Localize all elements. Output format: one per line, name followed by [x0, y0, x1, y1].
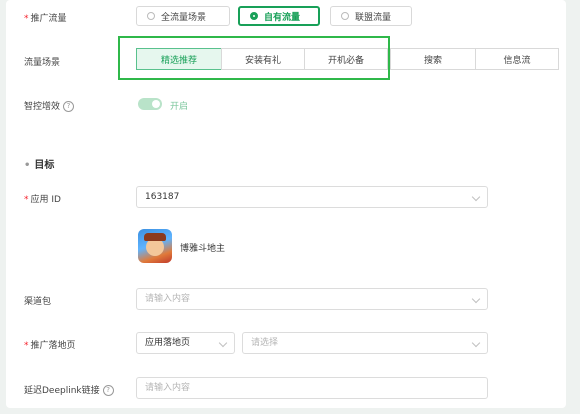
traffic-scene-label: 流量场景: [24, 58, 61, 68]
smart-boost-toggle[interactable]: [138, 98, 162, 110]
chevron-down-icon: [471, 338, 481, 348]
form-card: * 推广流量 全流量场景 自有流量 联盟流量 流量场景 精选推荐 安装有礼 开机必…: [6, 0, 566, 408]
radio-circle-icon: [341, 12, 349, 20]
highlight-annotation-box: [118, 36, 390, 80]
chevron-down-icon: [218, 338, 228, 348]
radio-circle-icon: [147, 12, 155, 20]
channel-package-placeholder: 请输入内容: [145, 294, 191, 304]
app-id-label: * 应用 ID: [24, 195, 61, 205]
scene-tab-search[interactable]: 搜索: [390, 48, 476, 70]
channel-package-select[interactable]: 请输入内容: [136, 288, 488, 310]
deeplink-placeholder: 请输入内容: [145, 383, 191, 393]
landing-page-select[interactable]: 请选择: [242, 332, 488, 354]
toggle-knob: [152, 100, 160, 108]
channel-package-label: 渠道包: [24, 297, 52, 307]
radio-all-traffic[interactable]: 全流量场景: [136, 6, 230, 26]
bullet-icon: •: [24, 160, 31, 171]
app-id-value: 163187: [145, 192, 180, 202]
scene-tab-feed[interactable]: 信息流: [475, 48, 559, 70]
landing-page-label: * 推广落地页: [24, 341, 76, 351]
app-id-select[interactable]: 163187: [136, 186, 488, 208]
radio-own-traffic[interactable]: 自有流量: [238, 6, 320, 26]
required-mark: *: [24, 14, 29, 24]
app-name: 博雅斗地主: [180, 244, 226, 254]
deeplink-label: 延迟Deeplink链接?: [24, 383, 114, 396]
toggle-state-label: 开启: [170, 102, 189, 112]
radio-alliance-traffic[interactable]: 联盟流量: [330, 6, 412, 26]
chevron-down-icon: [471, 192, 481, 202]
app-icon: [138, 229, 172, 263]
app-icon-hat: [144, 233, 166, 241]
help-icon[interactable]: ?: [102, 385, 114, 396]
target-section-title: • 目标: [24, 160, 55, 171]
smart-boost-label: 智控增效?: [24, 99, 75, 112]
required-mark: *: [24, 341, 29, 351]
radio-checked-icon: [250, 12, 258, 20]
help-icon[interactable]: ?: [63, 101, 75, 112]
landing-page-type-select[interactable]: 应用落地页: [136, 332, 235, 354]
chevron-down-icon: [471, 294, 481, 304]
promotion-traffic-label: * 推广流量: [24, 14, 67, 24]
landing-page-placeholder: 请选择: [251, 338, 279, 348]
required-mark: *: [24, 195, 29, 205]
deeplink-input[interactable]: 请输入内容: [136, 377, 488, 399]
landing-page-type-value: 应用落地页: [145, 338, 191, 348]
